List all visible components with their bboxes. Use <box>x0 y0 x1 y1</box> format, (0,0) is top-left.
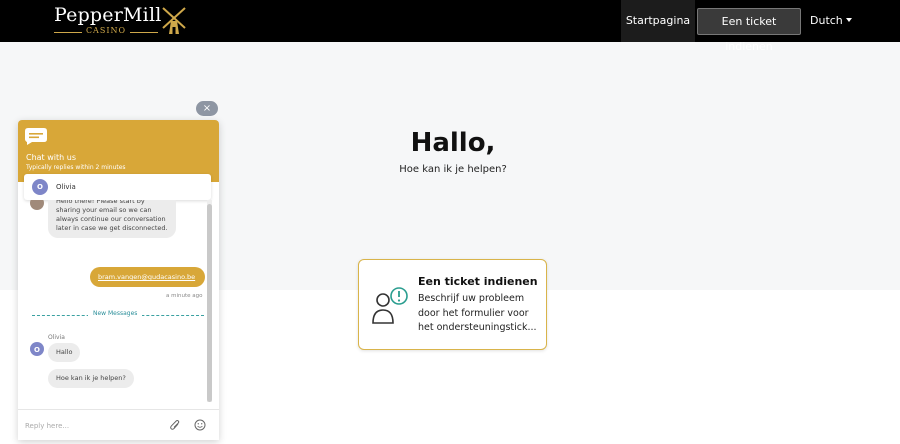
nav-home-link[interactable]: Startpagina <box>621 0 695 42</box>
logo-text: PepperMill <box>54 4 162 26</box>
message-bubble-outgoing: bram.vangen@gudacasino.be <box>90 267 205 287</box>
peppermill-logo[interactable]: PepperMill CASINO <box>52 3 187 39</box>
caret-down-icon <box>845 18 852 22</box>
message-time: a minute ago <box>166 293 203 299</box>
windmill-icon <box>162 7 186 34</box>
attach-icon[interactable] <box>169 419 181 432</box>
message-sender: Olivia <box>48 334 65 341</box>
agent-avatar-small: O <box>30 342 44 356</box>
chat-close-button[interactable]: × <box>196 101 218 116</box>
chat-title: Chat with us <box>26 153 76 162</box>
chat-bubble-icon <box>25 128 47 145</box>
agent-name: Olivia <box>56 183 76 191</box>
chat-messages[interactable]: Hello there! Please start by sharing you… <box>18 200 219 406</box>
language-dropdown[interactable]: Dutch <box>810 0 852 42</box>
submit-ticket-card[interactable]: Een ticket indienen Beschrijf uw problee… <box>358 259 547 350</box>
emoji-icon[interactable] <box>194 419 206 431</box>
chat-reply-input[interactable] <box>25 419 155 433</box>
chat-footer <box>18 409 219 440</box>
agent-avatar-small <box>30 200 44 210</box>
message-bubble: Hallo <box>48 343 81 362</box>
scrollbar-thumb[interactable] <box>207 204 212 402</box>
chat-widget: Chat with us Typically replies within 2 … <box>18 120 219 440</box>
agent-avatar: O <box>32 179 48 195</box>
top-navbar: PepperMill CASINO Startpagina Een ticket… <box>0 0 900 53</box>
message-bubble: Hoe kan ik je helpen? <box>48 369 134 388</box>
message-bubble: Hello there! Please start by sharing you… <box>48 200 176 238</box>
nav-submit-ticket-button[interactable]: Een ticket indienen <box>697 8 801 53</box>
logo-subtext: CASINO <box>54 26 158 35</box>
card-description: Beschrijf uw probleem door het formulier… <box>418 293 537 333</box>
person-alert-icon <box>372 287 408 324</box>
agent-bar: O Olivia <box>24 174 211 200</box>
new-messages-label: New Messages <box>88 310 143 317</box>
chat-reply-time: Typically replies within 2 minutes <box>26 164 126 171</box>
chat-header: Chat with us Typically replies within 2 … <box>18 120 219 182</box>
card-title: Een ticket indienen <box>418 275 538 288</box>
language-label: Dutch <box>810 14 843 27</box>
